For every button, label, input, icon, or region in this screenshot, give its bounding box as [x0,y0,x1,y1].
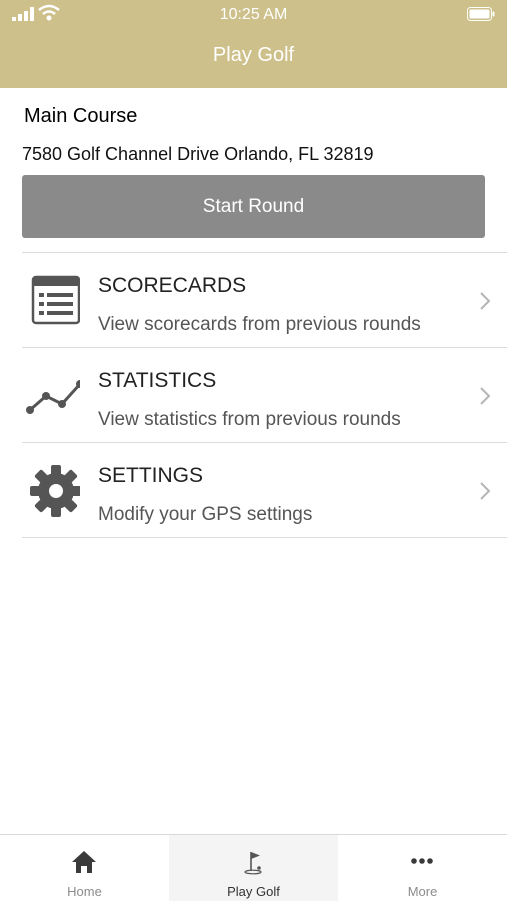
tab-play-golf[interactable]: Play Golf [169,835,338,901]
course-name: Main Course [24,105,138,127]
app-header: 10:25 AM Play Golf [0,0,507,88]
chevron-right-icon [480,387,491,405]
menu-divider [22,537,507,538]
tab-label: More [407,884,438,899]
menu-item-scorecards[interactable]: SCORECARDS View scorecards from previous… [22,253,507,347]
chevron-right-icon [480,292,491,310]
course-address: 7580 Golf Channel Drive Orlando, FL 3281… [22,144,374,164]
tab-more[interactable]: More [338,835,507,901]
menu-item-settings[interactable]: SETTINGS Modify your GPS settings [22,443,507,537]
golf-flag-icon [244,852,262,875]
page-title: Play Golf [212,44,295,66]
tab-bar: Home Play Golf More [0,834,507,901]
statistics-icon [26,380,80,414]
menu-title: STATISTICS [98,369,217,392]
tab-label: Home [67,884,102,899]
status-time: 10:25 AM [219,6,288,23]
menu-item-statistics[interactable]: STATISTICS View statistics from previous… [22,348,507,442]
menu-subtitle: View statistics from previous rounds [98,409,401,430]
status-bar: 10:25 AM [0,0,507,30]
tab-label: Play Golf [227,884,280,899]
battery-icon [467,7,495,21]
chevron-right-icon [480,482,491,500]
more-icon [411,858,433,864]
menu-subtitle: Modify your GPS settings [98,504,313,525]
menu-title: SETTINGS [98,464,204,487]
start-round-button[interactable]: Start Round [22,175,485,238]
gear-icon [30,465,80,517]
menu-subtitle: View scorecards from previous rounds [98,314,421,335]
tab-home[interactable]: Home [0,835,169,901]
home-icon [72,851,96,873]
menu-title: SCORECARDS [98,274,247,297]
scorecard-icon [31,275,80,325]
